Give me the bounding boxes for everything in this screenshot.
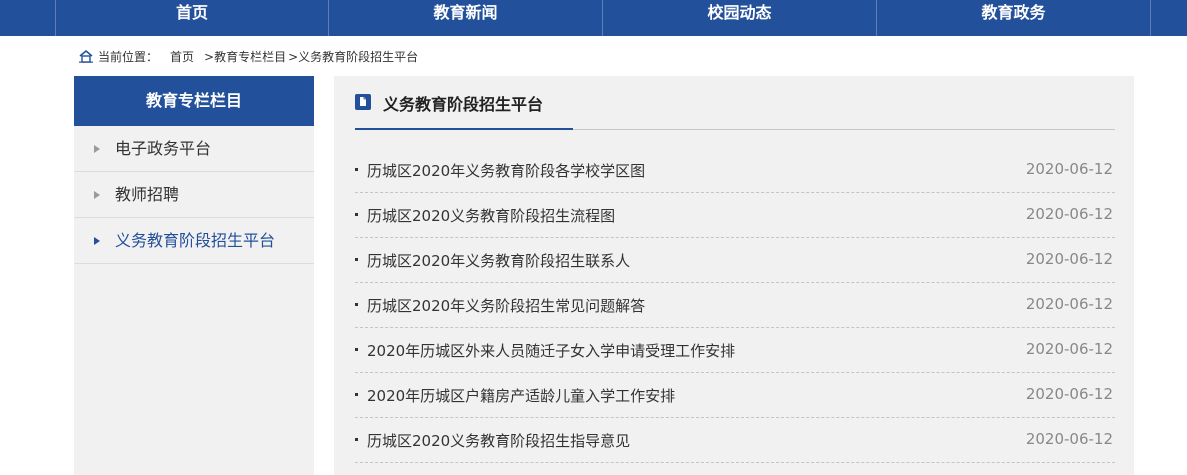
nav-education-news[interactable]: 教育新闻 <box>329 0 603 36</box>
item-date: 2020-06-12 <box>1025 160 1113 178</box>
triangle-right-icon <box>94 144 100 153</box>
sidebar-title: 教育专栏栏目 <box>74 76 314 126</box>
bullet-icon <box>355 258 358 261</box>
content-header: 义务教育阶段招生平台 <box>355 76 1115 130</box>
article-list: 历城区2020年义务教育阶段各学校学区图 2020-06-12 历城区2020义… <box>355 148 1115 463</box>
sidebar-item-label: 义务教育阶段招生平台 <box>115 231 276 250</box>
item-date: 2020-06-12 <box>1025 385 1113 403</box>
item-title[interactable]: 2020年历城区外来人员随迁子女入学申请受理工作安排 <box>367 340 735 361</box>
item-title[interactable]: 历城区2020年义务阶段招生常见问题解答 <box>367 295 645 316</box>
list-item[interactable]: 历城区2020年义务教育阶段各学校学区图 2020-06-12 <box>355 148 1115 193</box>
sidebar-item-e-gov[interactable]: 电子政务平台 <box>74 126 314 172</box>
bullet-icon <box>355 348 358 351</box>
bullet-icon <box>355 303 358 306</box>
bullet-icon <box>355 438 358 441</box>
sidebar: 教育专栏栏目 电子政务平台 教师招聘 义务教育阶段招生平台 <box>74 76 314 475</box>
top-nav: 首页 教育新闻 校园动态 教育政务 <box>0 0 1187 36</box>
sidebar-item-teacher-recruit[interactable]: 教师招聘 <box>74 172 314 218</box>
list-item[interactable]: 历城区2020义务教育阶段招生流程图 2020-06-12 <box>355 193 1115 238</box>
list-item[interactable]: 2020年历城区户籍房产适龄儿童入学工作安排 2020-06-12 <box>355 373 1115 418</box>
list-item[interactable]: 历城区2020义务教育阶段招生指导意见 2020-06-12 <box>355 418 1115 463</box>
home-icon <box>79 49 93 63</box>
item-title[interactable]: 历城区2020年义务教育阶段招生联系人 <box>367 250 630 271</box>
list-item[interactable]: 历城区2020年义务阶段招生常见问题解答 2020-06-12 <box>355 283 1115 328</box>
list-item[interactable]: 2020年历城区外来人员随迁子女入学申请受理工作安排 2020-06-12 <box>355 328 1115 373</box>
content-panel: 义务教育阶段招生平台 历城区2020年义务教育阶段各学校学区图 2020-06-… <box>334 76 1134 475</box>
breadcrumb-column[interactable]: >教育专栏栏目 <box>204 48 286 65</box>
breadcrumb-current[interactable]: >义务教育阶段招生平台 <box>288 48 418 65</box>
item-date: 2020-06-12 <box>1025 205 1113 223</box>
bullet-icon <box>355 168 358 171</box>
sidebar-item-label: 电子政务平台 <box>115 139 212 158</box>
sidebar-item-label: 教师招聘 <box>115 185 180 204</box>
item-date: 2020-06-12 <box>1025 295 1113 313</box>
bullet-icon <box>355 393 358 396</box>
item-title[interactable]: 历城区2020义务教育阶段招生流程图 <box>367 205 615 226</box>
item-title[interactable]: 历城区2020义务教育阶段招生指导意见 <box>367 430 630 451</box>
breadcrumb-prefix: 当前位置： <box>98 49 159 64</box>
nav-home[interactable]: 首页 <box>55 0 329 36</box>
list-item[interactable]: 历城区2020年义务教育阶段招生联系人 2020-06-12 <box>355 238 1115 283</box>
item-title[interactable]: 2020年历城区户籍房产适龄儿童入学工作安排 <box>367 385 675 406</box>
sidebar-item-enrollment[interactable]: 义务教育阶段招生平台 <box>74 218 314 264</box>
item-date: 2020-06-12 <box>1025 340 1113 358</box>
breadcrumb-home[interactable]: 首页 <box>170 48 194 65</box>
document-icon <box>355 94 371 110</box>
item-date: 2020-06-12 <box>1025 430 1113 448</box>
breadcrumb: 当前位置： 首页 >教育专栏栏目 >义务教育阶段招生平台 <box>78 46 424 66</box>
content-title: 义务教育阶段招生平台 <box>383 95 544 114</box>
title-underline <box>355 128 573 130</box>
nav-campus-news[interactable]: 校园动态 <box>603 0 877 36</box>
triangle-right-icon <box>94 190 100 199</box>
item-title[interactable]: 历城区2020年义务教育阶段各学校学区图 <box>367 160 645 181</box>
item-date: 2020-06-12 <box>1025 250 1113 268</box>
nav-education-affairs[interactable]: 教育政务 <box>877 0 1151 36</box>
bullet-icon <box>355 213 358 216</box>
triangle-right-icon <box>94 236 100 245</box>
